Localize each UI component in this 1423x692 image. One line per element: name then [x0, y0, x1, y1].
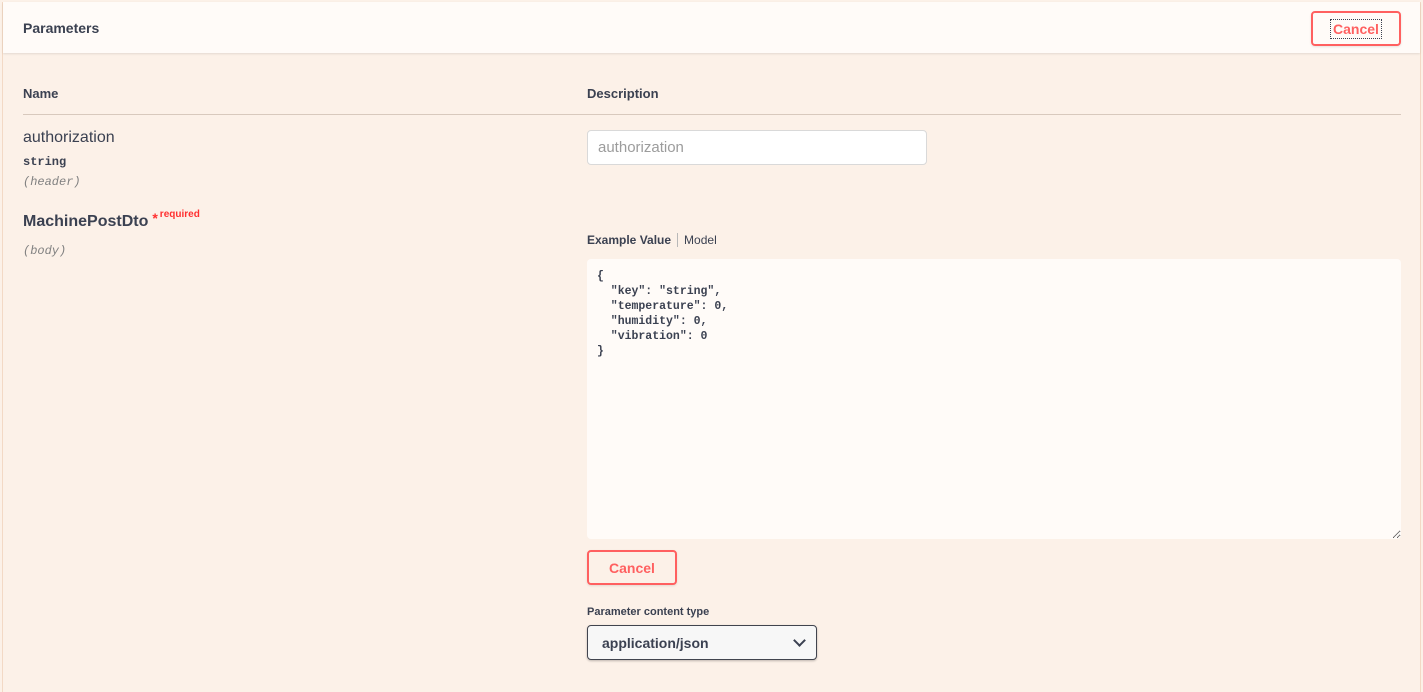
column-header-description: Description — [587, 86, 659, 101]
column-divider — [23, 114, 1401, 115]
request-body-editor[interactable]: { "key": "string", "temperature": 0, "hu… — [587, 259, 1401, 539]
param-name-authorization: authorization — [23, 129, 115, 146]
required-star: * — [152, 210, 158, 226]
param-name-machinepostdto: MachinePostDto * required — [23, 209, 200, 231]
param-location-authorization: (header) — [23, 175, 81, 189]
tab-example-value[interactable]: Example Value — [587, 233, 679, 247]
chevron-down-icon — [793, 634, 806, 647]
body-tabs: Example Value Model — [587, 231, 717, 249]
param-type-authorization: string — [23, 155, 67, 169]
param-location-machinepostdto: (body) — [23, 244, 67, 258]
required-label: required — [159, 209, 200, 220]
parameters-header: Parameters Cancel — [3, 2, 1420, 53]
content-type-selected: application/json — [602, 634, 709, 651]
authorization-input[interactable] — [587, 130, 927, 165]
cancel-button-body[interactable]: Cancel — [587, 550, 677, 585]
param-name-machinepostdto-label: MachinePostDto — [23, 213, 149, 230]
content-type-label: Parameter content type — [587, 606, 710, 618]
parameters-title: Parameters — [23, 20, 100, 36]
tab-model[interactable]: Model — [678, 233, 717, 247]
parameters-panel: Parameters Cancel Name Description autho… — [2, 2, 1421, 692]
cancel-button-header-label: Cancel — [1330, 18, 1382, 39]
content-type-select[interactable]: application/json — [587, 625, 817, 660]
column-header-name: Name — [23, 86, 59, 101]
cancel-button-header[interactable]: Cancel — [1311, 11, 1401, 46]
